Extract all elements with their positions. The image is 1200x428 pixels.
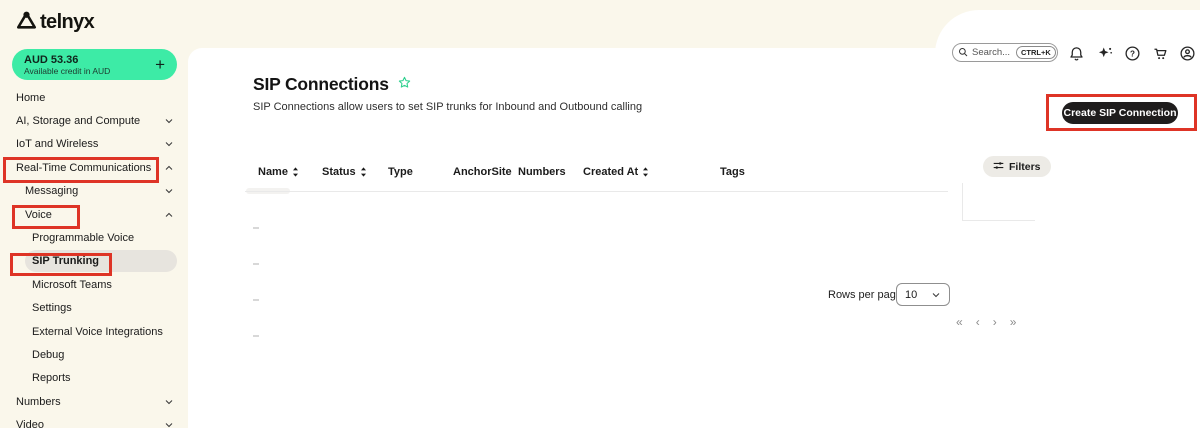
sidebar-item-programmable-voice[interactable]: Programmable Voice bbox=[0, 226, 188, 249]
ai-assistant-sparkle-icon[interactable] bbox=[1097, 45, 1114, 62]
add-credit-icon[interactable]: + bbox=[155, 56, 165, 73]
search-input[interactable] bbox=[972, 47, 1012, 58]
sort-icon bbox=[642, 167, 649, 177]
column-header-status[interactable]: Status bbox=[322, 166, 367, 178]
table-header-divider bbox=[245, 191, 948, 192]
sidebar-item-numbers[interactable]: Numbers bbox=[0, 390, 188, 413]
empty-row-placeholder bbox=[253, 335, 259, 337]
page-title: SIP Connections bbox=[253, 74, 389, 95]
telnyx-logo-icon bbox=[16, 10, 37, 34]
column-header-anchorsite: AnchorSite bbox=[453, 166, 512, 178]
sidebar-item-sip-trunking[interactable]: SIP Trunking bbox=[25, 250, 177, 272]
sidebar: telnyx AUD 53.36 Available credit in AUD… bbox=[0, 0, 188, 428]
sidebar-item-reports[interactable]: Reports bbox=[0, 367, 188, 390]
sidebar-item-ai-storage-compute[interactable]: AI, Storage and Compute bbox=[0, 109, 188, 132]
sidebar-nav: Home AI, Storage and Compute IoT and Wir… bbox=[0, 86, 188, 428]
account-icon[interactable] bbox=[1179, 45, 1196, 62]
column-header-numbers: Numbers bbox=[518, 166, 566, 178]
chevron-down-icon bbox=[164, 422, 174, 428]
sidebar-item-home[interactable]: Home bbox=[0, 86, 188, 109]
table-edge-horizontal-divider bbox=[962, 220, 1035, 221]
filters-button[interactable]: Filters bbox=[983, 156, 1051, 177]
chevron-down-icon bbox=[164, 399, 174, 405]
sort-icon bbox=[360, 167, 367, 177]
first-page-button[interactable]: « bbox=[956, 315, 963, 329]
chevron-down-icon bbox=[164, 141, 174, 147]
filter-sliders-icon bbox=[993, 160, 1004, 174]
column-header-tags: Tags bbox=[720, 166, 745, 178]
page-title-row: SIP Connections bbox=[253, 74, 411, 95]
next-page-button[interactable]: › bbox=[993, 315, 997, 329]
column-header-type: Type bbox=[388, 166, 413, 178]
sidebar-item-iot-wireless[interactable]: IoT and Wireless bbox=[0, 133, 188, 156]
sidebar-item-video[interactable]: Video bbox=[0, 413, 188, 428]
empty-row-placeholder bbox=[253, 227, 259, 229]
favorite-star-icon[interactable] bbox=[398, 76, 411, 94]
empty-row-placeholder bbox=[253, 299, 259, 301]
column-header-created-at[interactable]: Created At bbox=[583, 166, 649, 178]
empty-row-placeholder bbox=[253, 263, 259, 265]
search-shortcut-badge: CTRL+K bbox=[1016, 46, 1056, 59]
pagination-controls: « ‹ › » bbox=[956, 315, 1016, 329]
credit-amount: AUD 53.36 bbox=[24, 54, 110, 66]
sort-icon bbox=[292, 167, 299, 177]
notification-bell-icon[interactable] bbox=[1068, 45, 1085, 62]
last-page-button[interactable]: » bbox=[1010, 315, 1017, 329]
search-icon bbox=[958, 44, 968, 62]
help-icon[interactable]: ? bbox=[1124, 45, 1141, 62]
sidebar-item-debug[interactable]: Debug bbox=[0, 343, 188, 366]
credit-subtitle: Available credit in AUD bbox=[24, 66, 110, 76]
sidebar-item-messaging[interactable]: Messaging bbox=[0, 180, 188, 203]
sidebar-item-external-voice-integrations[interactable]: External Voice Integrations bbox=[0, 320, 188, 343]
telnyx-logo-text: telnyx bbox=[40, 11, 94, 34]
shopping-cart-icon[interactable] bbox=[1152, 45, 1169, 62]
chevron-up-icon bbox=[164, 165, 174, 171]
create-sip-connection-button[interactable]: Create SIP Connection bbox=[1062, 102, 1178, 124]
chevron-down-icon bbox=[164, 188, 174, 194]
table-edge-vertical-divider bbox=[962, 183, 963, 221]
sidebar-item-real-time-communications[interactable]: Real-Time Communications bbox=[0, 156, 188, 179]
global-search[interactable]: CTRL+K bbox=[952, 43, 1058, 62]
rows-per-page-select[interactable]: 10 bbox=[896, 283, 950, 306]
credit-balance-pill[interactable]: AUD 53.36 Available credit in AUD + bbox=[12, 49, 177, 80]
telnyx-portal: { "brand": { "logo_text": "telnyx" }, "c… bbox=[0, 0, 1200, 428]
chevron-down-icon bbox=[931, 292, 941, 298]
svg-text:?: ? bbox=[1130, 49, 1135, 58]
sidebar-item-voice[interactable]: Voice bbox=[0, 203, 188, 226]
sidebar-item-microsoft-teams[interactable]: Microsoft Teams bbox=[0, 273, 188, 296]
rows-per-page-label: Rows per page: bbox=[828, 289, 905, 301]
chevron-down-icon bbox=[164, 118, 174, 124]
sidebar-item-settings[interactable]: Settings bbox=[0, 297, 188, 320]
chevron-up-icon bbox=[164, 212, 174, 218]
page-subtitle: SIP Connections allow users to set SIP t… bbox=[253, 101, 642, 113]
telnyx-logo[interactable]: telnyx bbox=[16, 10, 94, 34]
column-header-name[interactable]: Name bbox=[258, 166, 299, 178]
previous-page-button[interactable]: ‹ bbox=[976, 315, 980, 329]
